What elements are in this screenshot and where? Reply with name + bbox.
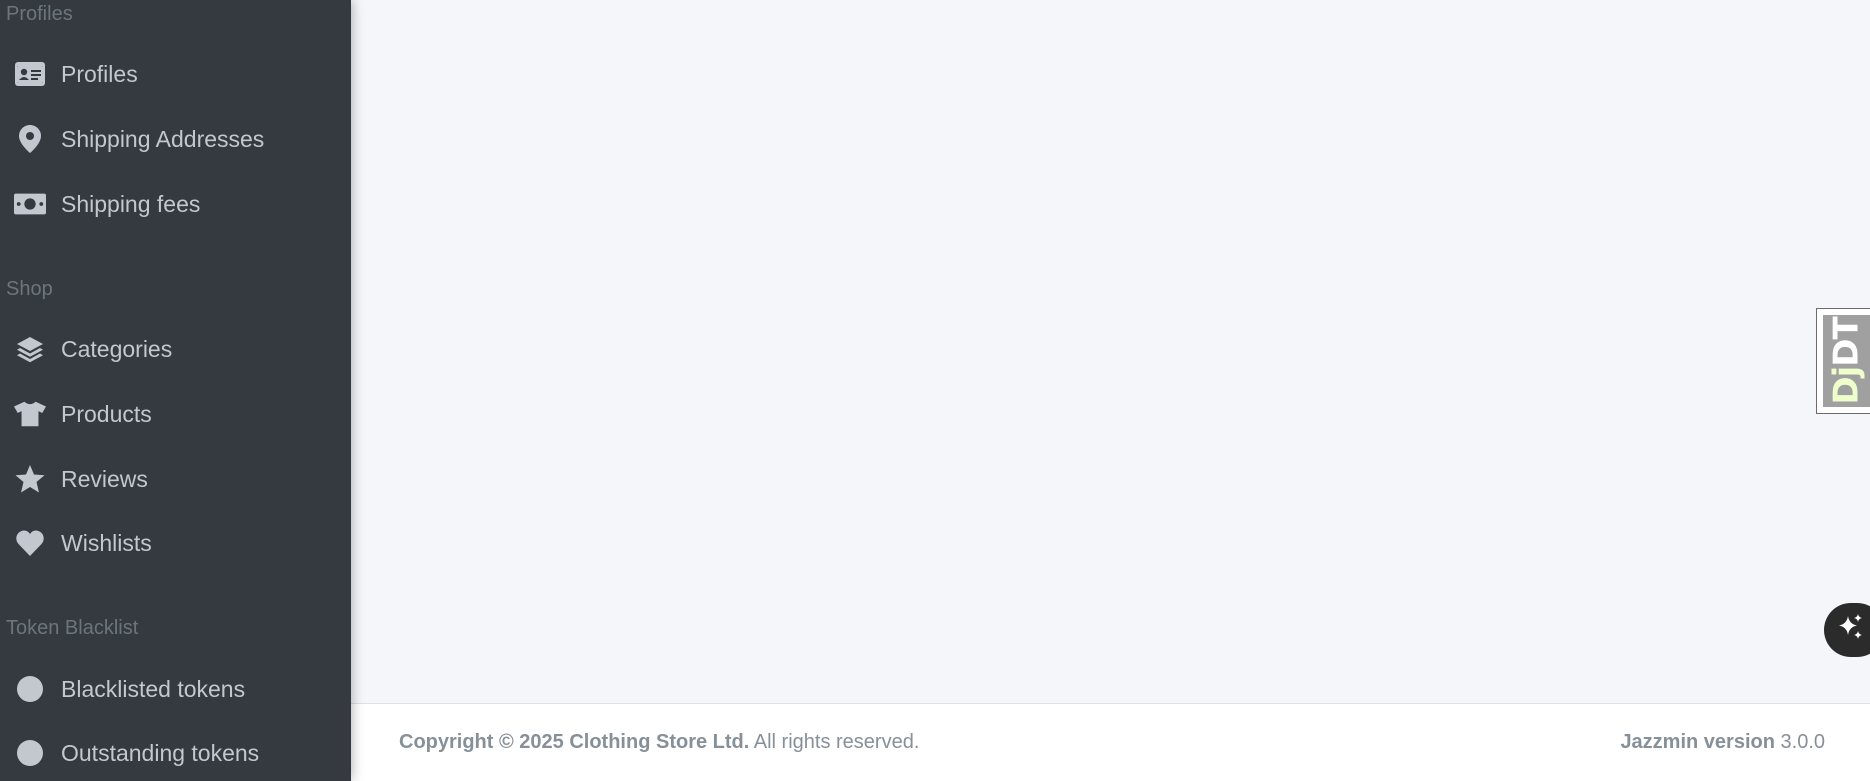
- sidebar-item-label: Shipping Addresses: [61, 125, 265, 152]
- sidebar-item-label: Reviews: [61, 465, 148, 492]
- admin-page: Profiles Profiles Shipping Addresses Shi…: [0, 0, 1870, 781]
- debug-toolbar-handle-inner: DjDT: [1823, 315, 1870, 407]
- nav-header-token-blacklist: Token Blacklist: [6, 617, 139, 639]
- footer-version: Jazzmin version 3.0.0: [1620, 731, 1825, 754]
- copyright-text: Copyright © 2025 Clothing Store Ltd.: [399, 731, 750, 753]
- sidebar-item-shipping-fees[interactable]: Shipping fees: [0, 176, 351, 232]
- sidebar-item-label: Profiles: [61, 60, 138, 87]
- star-icon: [14, 463, 46, 495]
- sidebar-item-label: Blacklisted tokens: [61, 675, 246, 702]
- sidebar-item-label: Shipping fees: [61, 190, 201, 217]
- version-number: 3.0.0: [1774, 731, 1826, 753]
- heart-icon: [14, 527, 46, 559]
- nav-header-shop: Shop: [6, 278, 53, 300]
- sidebar-item-blacklisted-tokens[interactable]: Blacklisted tokens: [0, 661, 351, 717]
- sidebar-item-categories[interactable]: Categories: [0, 321, 351, 377]
- money-bill-icon: [14, 188, 46, 220]
- debug-toolbar-logo: DjDT: [1827, 317, 1867, 404]
- sidebar-item-products[interactable]: Products: [0, 386, 351, 442]
- content-area: [351, 0, 1870, 703]
- sidebar: Profiles Profiles Shipping Addresses Shi…: [0, 0, 351, 781]
- djdt-dt: DT: [1827, 317, 1867, 367]
- footer-copyright: Copyright © 2025 Clothing Store Ltd. All…: [399, 731, 919, 754]
- layer-group-icon: [14, 333, 46, 365]
- tshirt-icon: [14, 398, 46, 430]
- sparkles-icon: [1836, 613, 1866, 648]
- sidebar-item-shipping-addresses[interactable]: Shipping Addresses: [0, 111, 351, 167]
- sidebar-item-wishlists[interactable]: Wishlists: [0, 515, 351, 571]
- sidebar-item-profiles[interactable]: Profiles: [0, 46, 351, 102]
- sidebar-item-reviews[interactable]: Reviews: [0, 451, 351, 507]
- map-marker-icon: [14, 123, 46, 155]
- circle-icon: [14, 737, 46, 769]
- debug-toolbar-handle[interactable]: DjDT: [1816, 308, 1870, 414]
- id-card-icon: [14, 58, 46, 90]
- circle-icon: [14, 673, 46, 705]
- sidebar-item-outstanding-tokens[interactable]: Outstanding tokens: [0, 725, 351, 781]
- sidebar-item-label: Categories: [61, 335, 173, 362]
- djdt-dj: Dj: [1827, 366, 1867, 405]
- rights-text: All rights reserved.: [749, 731, 920, 753]
- footer: Copyright © 2025 Clothing Store Ltd. All…: [351, 703, 1870, 781]
- ai-assistant-button[interactable]: [1824, 603, 1870, 657]
- nav-header-profiles: Profiles: [6, 3, 73, 25]
- sidebar-item-label: Products: [61, 400, 152, 427]
- sidebar-item-label: Wishlists: [61, 529, 152, 556]
- version-label: Jazzmin version: [1620, 731, 1775, 753]
- sidebar-item-label: Outstanding tokens: [61, 739, 260, 766]
